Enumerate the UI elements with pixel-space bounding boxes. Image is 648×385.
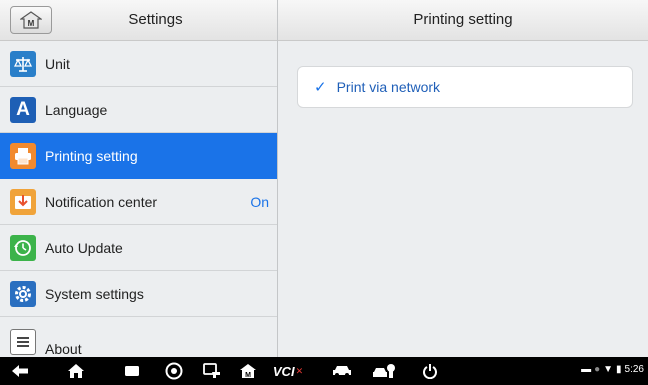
sidebar-item-printing-setting[interactable]: Printing setting (0, 133, 277, 179)
sidebar-item-label: Notification center (45, 193, 158, 210)
battery-icon: ▮ (616, 364, 622, 375)
checkmark-icon: ✓ (314, 79, 327, 96)
vci-label: VCI (272, 363, 295, 379)
vci-disconnected-icon: ✕ (295, 365, 304, 376)
language-icon: A (10, 96, 36, 123)
sidebar-item-label: Auto Update (45, 239, 123, 256)
sync-icon: ● (594, 364, 601, 375)
settings-title: Settings (128, 11, 183, 28)
house-icon (68, 364, 84, 378)
settings-header: M Settings (0, 0, 277, 41)
sidebar-item-label: Language (45, 101, 108, 118)
vci-button[interactable]: VCI ✕ (268, 360, 308, 382)
panel-divider (277, 0, 278, 357)
home-m-icon: M (240, 364, 256, 379)
clock: 5:26 (624, 364, 644, 375)
home-nav-button[interactable] (64, 360, 88, 382)
remote-desk-icon (203, 363, 220, 378)
gear-icon (10, 280, 36, 307)
svg-text:M: M (245, 372, 251, 379)
system-navigation-bar: M VCI ✕ ▬ ● ▼ ▮ 5:26 (0, 357, 648, 385)
about-icon (10, 329, 36, 355)
print-via-network-option[interactable]: ✓ Print via network (297, 66, 633, 108)
message-icon: ▬ (581, 364, 592, 375)
back-arrow-icon (12, 365, 28, 377)
power-button[interactable] (418, 360, 442, 382)
car-icon (333, 366, 351, 377)
sidebar-item-language[interactable]: A Language (0, 87, 277, 133)
notification-icon (10, 188, 36, 215)
power-icon (423, 364, 437, 379)
printer-icon (10, 142, 36, 169)
wifi-icon: ▼ (603, 364, 614, 375)
back-button[interactable] (8, 360, 32, 382)
sidebar-item-label: About (45, 341, 82, 357)
sidebar-item-about[interactable]: About (0, 317, 277, 357)
sidebar-item-notification-center[interactable]: Notification center On (0, 179, 277, 225)
recent-apps-button[interactable] (120, 360, 144, 382)
status-area: ▬ ● ▼ ▮ 5:26 (581, 364, 644, 375)
sidebar-item-auto-update[interactable]: Auto Update (0, 225, 277, 271)
sidebar-item-system-settings[interactable]: System settings (0, 271, 277, 317)
car-wrench-icon (373, 364, 395, 378)
car-button[interactable] (330, 360, 354, 382)
sidebar-item-unit[interactable]: Unit (0, 41, 277, 87)
home-m-button[interactable]: M (236, 360, 260, 382)
print-via-network-label: Print via network (336, 79, 441, 95)
scale-icon (10, 50, 36, 77)
browser-icon (165, 362, 183, 380)
printing-setting-title: Printing setting (278, 0, 648, 41)
sidebar-item-label: Unit (45, 55, 70, 72)
remote-desk-button[interactable] (200, 360, 224, 382)
diagnostics-button[interactable] (370, 360, 398, 382)
update-icon (10, 234, 36, 261)
sidebar-item-label: Printing setting (45, 147, 138, 164)
browser-button[interactable] (162, 360, 186, 382)
settings-sidebar: Unit A Language Printing setting Notific… (0, 41, 277, 357)
recent-apps-icon (125, 366, 139, 376)
notification-status-value: On (250, 193, 269, 210)
sidebar-item-label: System settings (45, 285, 144, 302)
